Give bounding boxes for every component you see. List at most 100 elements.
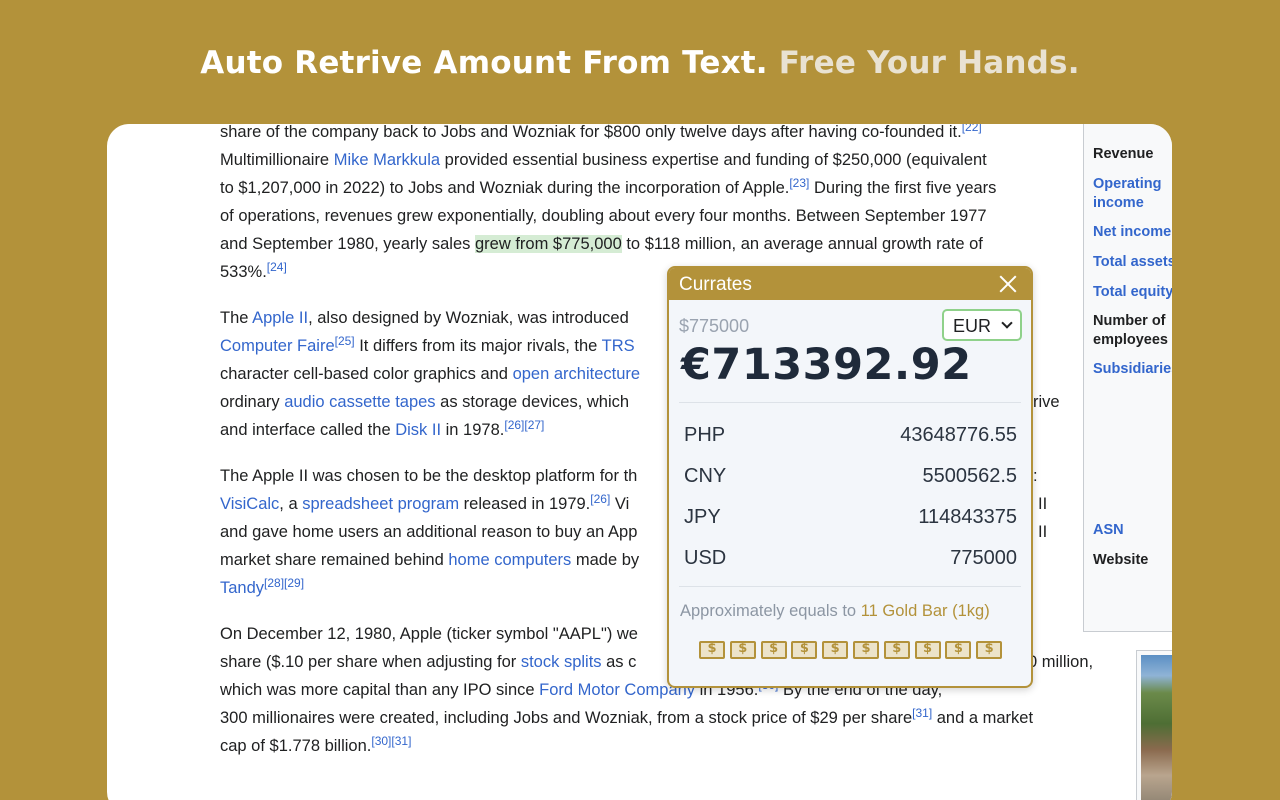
gold-bars bbox=[699, 641, 1007, 661]
infobox-net-income[interactable]: Net income bbox=[1093, 223, 1172, 242]
text: The Apple II was chosen to be the deskto… bbox=[220, 467, 638, 485]
rate-currency: USD bbox=[684, 547, 727, 569]
gold-bar-icon bbox=[791, 641, 818, 659]
infobox-employees: Number of employees bbox=[1093, 313, 1168, 348]
text: It differs from its major rivals, the bbox=[354, 337, 602, 355]
text: which was more capital than any IPO sinc… bbox=[220, 681, 540, 699]
ref-link[interactable]: [23] bbox=[789, 176, 809, 190]
rate-value: 775000 bbox=[950, 547, 1017, 569]
link-visicalc[interactable]: VisiCalc bbox=[220, 495, 279, 513]
approx-line: Approximately equals to 11 Gold Bar (1kg… bbox=[680, 602, 990, 621]
gold-bar-icon bbox=[699, 641, 725, 659]
gold-bar-icon bbox=[760, 641, 787, 659]
infobox-total-equity[interactable]: Total equity bbox=[1093, 283, 1172, 302]
ref-link[interactable]: [26][27] bbox=[504, 418, 544, 432]
source-amount: $775000 bbox=[679, 316, 750, 336]
ref-link[interactable]: [26] bbox=[590, 492, 610, 506]
text: as storage devices, which bbox=[435, 393, 630, 411]
text: share ($.10 per share when adjusting for bbox=[220, 653, 521, 671]
link-trs[interactable]: TRS bbox=[602, 337, 635, 355]
gold-bar-icon bbox=[914, 641, 941, 659]
link-apple-ii[interactable]: Apple II bbox=[252, 309, 308, 327]
text: On December 12, 1980, Apple (ticker symb… bbox=[220, 625, 638, 643]
rate-currency: PHP bbox=[684, 424, 726, 446]
headline: Auto Retrive Amount From Text. Free Your… bbox=[0, 45, 1280, 81]
chevron-down-icon bbox=[1001, 317, 1013, 329]
rate-currency: CNY bbox=[684, 465, 727, 487]
ref-link[interactable]: [31] bbox=[912, 706, 932, 720]
building-photo bbox=[1141, 655, 1172, 800]
text: cap of $1.778 billion. bbox=[220, 737, 372, 755]
close-icon[interactable] bbox=[999, 275, 1017, 293]
text: 533%. bbox=[220, 263, 267, 281]
ref-link[interactable]: [30][31] bbox=[371, 734, 411, 748]
paragraph-1: share of the company back to Jobs and Wo… bbox=[220, 124, 1120, 286]
text: provided essential business expertise an… bbox=[440, 151, 987, 169]
rate-row: JPY 114843375 bbox=[684, 501, 1017, 542]
text: 0 million, bbox=[1028, 653, 1094, 671]
link-spreadsheet[interactable]: spreadsheet program bbox=[302, 495, 459, 513]
infobox-photo[interactable] bbox=[1136, 650, 1172, 800]
detected-amount-highlight[interactable]: grew from $775,000 bbox=[475, 235, 622, 253]
divider bbox=[679, 402, 1021, 403]
currency-select[interactable]: EUR bbox=[942, 309, 1022, 341]
text: and interface called the bbox=[220, 421, 396, 439]
ref-link[interactable]: [28][29] bbox=[264, 576, 304, 590]
infobox-total-assets[interactable]: Total assets bbox=[1093, 253, 1172, 272]
text: Multimillionaire bbox=[220, 151, 334, 169]
gold-bar-icon bbox=[976, 641, 1003, 659]
link-disk-ii[interactable]: Disk II bbox=[395, 421, 441, 439]
text: as c bbox=[601, 653, 637, 671]
text: and gave home users an additional reason… bbox=[220, 523, 638, 541]
headline-secondary: Free Your Hands. bbox=[778, 45, 1080, 81]
converted-amount: €713392.92 bbox=[681, 340, 972, 390]
text: made by bbox=[571, 551, 640, 569]
text: to $118 million, an average annual growt… bbox=[621, 235, 983, 253]
link-tandy[interactable]: Tandy bbox=[220, 579, 264, 597]
text: market share remained behind bbox=[220, 551, 449, 569]
headline-primary: Auto Retrive Amount From Text. bbox=[200, 45, 768, 81]
text: of operations, revenues grew exponential… bbox=[220, 207, 987, 225]
infobox: Revenue Operating income Net income Tota… bbox=[1083, 124, 1172, 632]
gold-bar-icon bbox=[883, 641, 910, 659]
rate-value: 114843375 bbox=[918, 506, 1017, 528]
ref-link[interactable]: [24] bbox=[267, 260, 287, 274]
link-audio-cassette[interactable]: audio cassette tapes bbox=[284, 393, 435, 411]
gold-bar-icon bbox=[945, 641, 972, 659]
link-home-computers[interactable]: home computers bbox=[448, 551, 571, 569]
text: released in 1979. bbox=[459, 495, 591, 513]
approx-value: 11 Gold Bar (1kg) bbox=[860, 602, 990, 620]
text: During the first five years bbox=[809, 179, 997, 197]
infobox-subsidiaries[interactable]: Subsidiaries bbox=[1093, 360, 1172, 379]
infobox-operating-income[interactable]: Operating income bbox=[1093, 175, 1172, 213]
gold-bar-icon bbox=[822, 641, 849, 659]
link-computer-faire[interactable]: Computer Faire bbox=[220, 337, 335, 355]
text: share of the company back to Jobs and Wo… bbox=[220, 124, 962, 141]
infobox-website: Website bbox=[1093, 552, 1149, 568]
divider bbox=[679, 586, 1021, 587]
text: , also designed by Wozniak, was introduc… bbox=[308, 309, 629, 327]
text: : bbox=[1033, 467, 1038, 485]
infobox-revenue: Revenue bbox=[1093, 146, 1154, 162]
rate-value: 43648776.55 bbox=[900, 424, 1017, 446]
ref-link[interactable]: [25] bbox=[335, 334, 355, 348]
currates-popup: Currates $775000 EUR €713392.92 PHP 43648… bbox=[667, 266, 1033, 688]
link-stock-splits[interactable]: stock splits bbox=[521, 653, 602, 671]
text: rive bbox=[1033, 393, 1060, 411]
text: ordinary bbox=[220, 393, 285, 411]
gold-bar-icon bbox=[729, 641, 756, 659]
link-open-architecture[interactable]: open architecture bbox=[513, 365, 641, 383]
rate-value: 5500562.5 bbox=[922, 465, 1017, 487]
link-mike-markkula[interactable]: Mike Markkula bbox=[334, 151, 440, 169]
infobox-asn[interactable]: ASN bbox=[1093, 521, 1172, 540]
text: in 1978. bbox=[441, 421, 505, 439]
text: character cell-based color graphics and bbox=[220, 365, 513, 383]
popup-titlebar: Currates bbox=[669, 268, 1031, 300]
text: The bbox=[220, 309, 253, 327]
text: and a market bbox=[932, 709, 1034, 727]
approx-label: Approximately equals to bbox=[680, 602, 861, 620]
text: to $1,207,000 in 2022) to Jobs and Wozni… bbox=[220, 179, 790, 197]
text: 300 millionaires were created, including… bbox=[220, 709, 913, 727]
text: II bbox=[1038, 495, 1048, 513]
ref-link[interactable]: [22] bbox=[962, 124, 982, 134]
